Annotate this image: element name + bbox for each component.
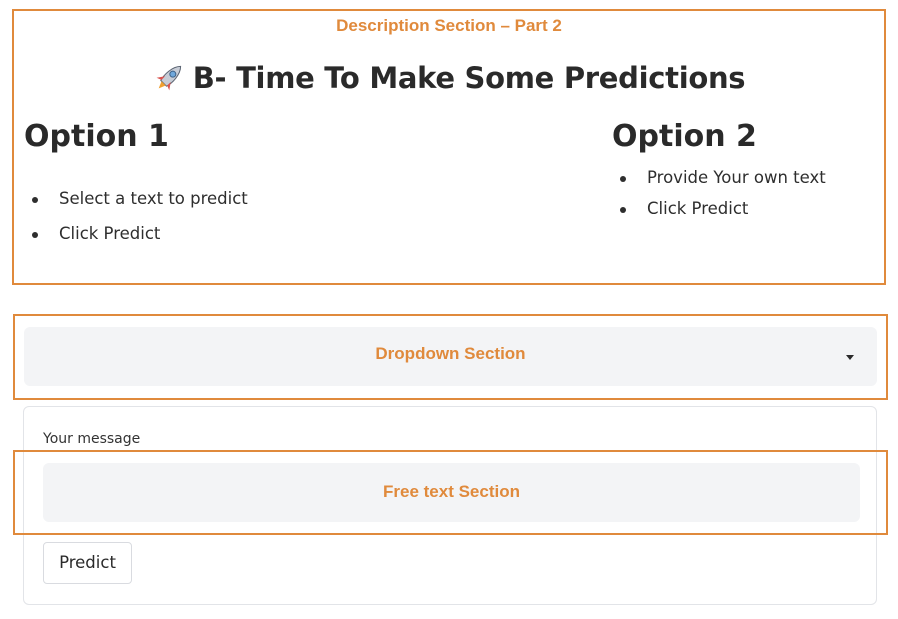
list-item: Provide Your own text [613,168,826,188]
rocket-icon [156,65,181,91]
dropdown-section-annotation-label: Dropdown Section [375,344,526,363]
description-section-annotation-label: Description Section – Part 2 [336,16,562,35]
bullet-icon [620,176,626,182]
free-text-section-annotation-label: Free text Section [383,482,520,501]
option1-title: Option 1 [24,119,169,154]
list-item: Click Predict [613,199,826,219]
bullet-icon [32,232,38,238]
option1-list: Select a text to predict Click Predict [25,189,248,259]
option2-list: Provide Your own text Click Predict [613,168,826,230]
text-select-dropdown[interactable]: Dropdown Section [24,327,877,386]
bullet-icon [620,207,626,213]
predict-button[interactable]: Predict [43,542,132,584]
option2-title: Option 2 [612,119,757,154]
message-label: Your message [43,431,141,447]
page-heading: B- Time To Make Some Predictions [0,60,898,95]
message-input[interactable]: Free text Section [43,463,860,522]
caret-down-icon [846,355,854,360]
list-item: Click Predict [25,224,248,244]
list-item-text: Click Predict [59,224,161,243]
list-item-text: Select a text to predict [59,189,248,208]
list-item-text: Provide Your own text [647,168,826,187]
list-item: Select a text to predict [25,189,248,209]
bullet-icon [32,197,38,203]
list-item-text: Click Predict [647,199,749,218]
page-heading-text: B- Time To Make Some Predictions [192,61,746,95]
